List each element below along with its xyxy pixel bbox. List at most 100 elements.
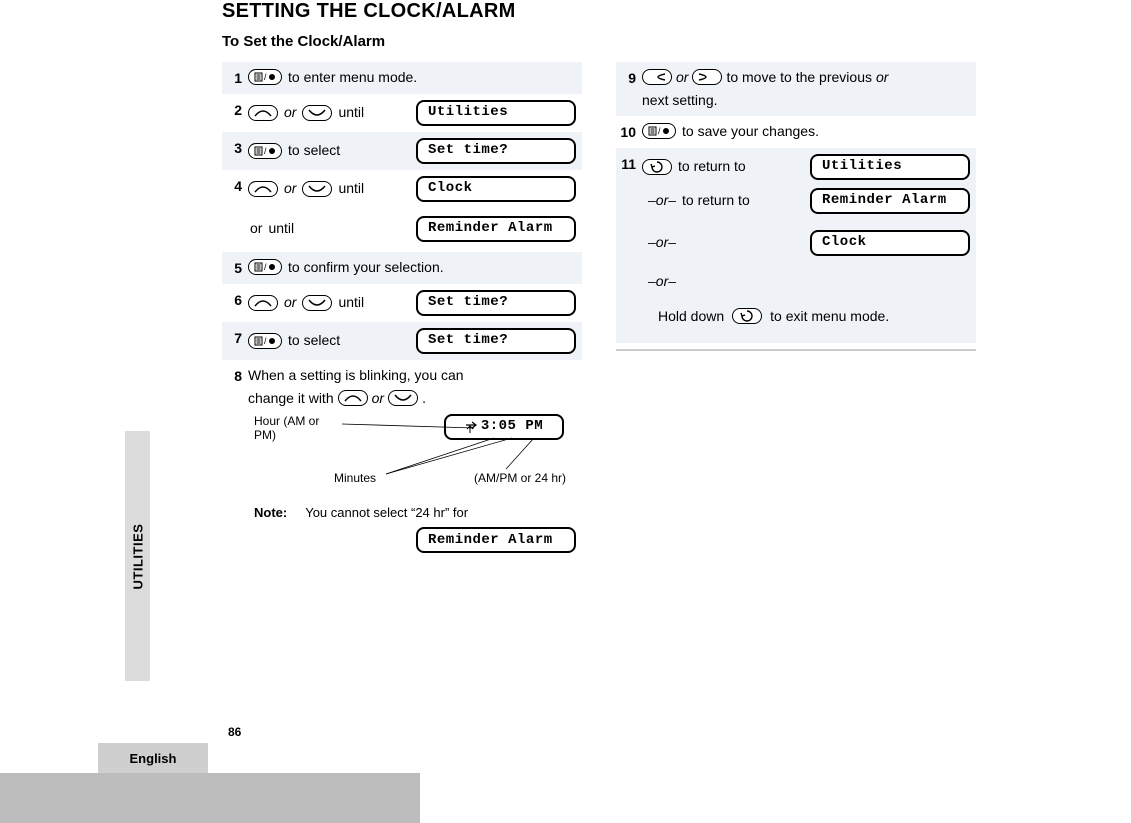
menu-key-icon: / (248, 259, 282, 275)
step-10: 10 / to save your changes. (616, 116, 976, 148)
svg-text:/: / (264, 72, 267, 82)
step-num: 5 (224, 258, 248, 278)
step-text: until (268, 219, 294, 238)
or-text: or (876, 68, 888, 87)
lcd-time-display: 3:05 PM (444, 414, 564, 440)
ampm-label: (AM/PM or 24 hr) (474, 470, 566, 486)
or-text: or (284, 293, 296, 312)
or-text: or (372, 389, 384, 408)
side-tab-utilities: UTILITIES (125, 431, 150, 681)
up-key-icon (248, 105, 278, 121)
step-text: to select (288, 331, 340, 350)
or-text: –or– (648, 233, 676, 252)
step-text: until (338, 179, 364, 198)
down-key-icon (302, 181, 332, 197)
step-num: 10 (618, 122, 642, 142)
columns: 1 / to enter menu mode. 2 or (222, 62, 1102, 559)
or-text: or (250, 219, 262, 238)
section-divider (616, 349, 976, 351)
down-key-icon (302, 105, 332, 121)
step-text: until (338, 103, 364, 122)
menu-key-icon: / (248, 69, 282, 85)
lcd-utilities: Utilities (810, 154, 970, 180)
side-tab-label: UTILITIES (130, 523, 145, 589)
menu-key-icon: / (642, 123, 676, 139)
lcd-utilities: Utilities (416, 100, 576, 126)
right-key-icon (692, 69, 722, 85)
back-key-icon (732, 308, 762, 324)
lcd-reminder-alarm: Reminder Alarm (810, 188, 970, 214)
step-num: 9 (618, 68, 642, 88)
step-7: 7 / to select Set time? (222, 322, 582, 360)
back-key-icon (642, 159, 672, 175)
step-text: Hold down (658, 307, 724, 326)
down-key-icon (388, 390, 418, 406)
lcd-clock: Clock (810, 230, 970, 256)
content: SETTING THE CLOCK/ALARM To Set the Clock… (222, 0, 1102, 559)
step-8: 8 When a setting is blinking, you can ch… (222, 360, 582, 559)
minutes-label: Minutes (334, 470, 376, 486)
or-text: –or– (648, 272, 676, 291)
right-column: 9 or to move to the previous or next set… (616, 62, 976, 559)
step-text: to exit menu mode. (770, 307, 889, 326)
time-diagram: Hour (AM or PM) Minutes (AM/PM or 24 hr)… (254, 414, 576, 494)
svg-text:/: / (264, 146, 267, 156)
note-text: You cannot select “24 hr” for (305, 504, 468, 522)
or-text: –or– (648, 191, 676, 210)
lcd-time-value: 3:05 PM (481, 417, 543, 436)
step-text: next setting. (642, 91, 718, 110)
language-tab: English (98, 743, 208, 773)
step-text: When a setting is blinking, you can (248, 366, 464, 385)
svg-text:/: / (264, 336, 267, 346)
up-key-icon (248, 181, 278, 197)
step-text: to return to (678, 157, 746, 176)
page-title: SETTING THE CLOCK/ALARM (222, 0, 1102, 23)
step-5: 5 / to confirm your selection. (222, 252, 582, 284)
page-subtitle: To Set the Clock/Alarm (222, 33, 1102, 50)
step-1: 1 / to enter menu mode. (222, 62, 582, 94)
step-num: 3 (224, 138, 248, 158)
lcd-clock: Clock (416, 176, 576, 202)
step-num: 8 (224, 366, 248, 408)
footer-bg (0, 773, 420, 823)
svg-text:/: / (658, 126, 661, 136)
step-text: to return to (682, 191, 750, 210)
step-num: 2 (224, 100, 248, 120)
or-text: or (284, 103, 296, 122)
cursor-arrow-icon (465, 419, 477, 435)
step-text: to save your changes. (682, 122, 819, 141)
up-key-icon (338, 390, 368, 406)
lcd-reminder-alarm: Reminder Alarm (416, 527, 576, 553)
lcd-set-time: Set time? (416, 328, 576, 354)
lcd-set-time: Set time? (416, 290, 576, 316)
step-num: 7 (224, 328, 248, 348)
up-key-icon (248, 295, 278, 311)
step-text: to select (288, 141, 340, 160)
page-number: 86 (228, 725, 241, 739)
note-label: Note: (254, 504, 287, 522)
page: UTILITIES English 86 SETTING THE CLOCK/A… (0, 0, 1131, 823)
step-11: 11 to return to Utilities –or– (616, 148, 976, 344)
step-num: 6 (224, 290, 248, 310)
step-text: to confirm your selection. (288, 258, 444, 277)
step-text: . (422, 389, 426, 408)
step-6: 6 or until Set time? (222, 284, 582, 322)
lcd-reminder-alarm: Reminder Alarm (416, 216, 576, 242)
lcd-set-time: Set time? (416, 138, 576, 164)
step-4: 4 or until Clock (222, 170, 582, 252)
step-num: 11 (618, 154, 642, 180)
step-text: change it with (248, 389, 334, 408)
step-3: 3 / to select Set time? (222, 132, 582, 170)
left-key-icon (642, 69, 672, 85)
language-label: English (130, 751, 177, 766)
step-text: until (338, 293, 364, 312)
menu-key-icon: / (248, 143, 282, 159)
left-column: 1 / to enter menu mode. 2 or (222, 62, 582, 559)
svg-text:/: / (264, 262, 267, 272)
or-text: or (676, 68, 688, 87)
step-2: 2 or until Utilities (222, 94, 582, 132)
down-key-icon (302, 295, 332, 311)
or-text: or (284, 179, 296, 198)
step-text: to move to the previous (726, 68, 872, 87)
step-num: 4 (224, 176, 248, 202)
